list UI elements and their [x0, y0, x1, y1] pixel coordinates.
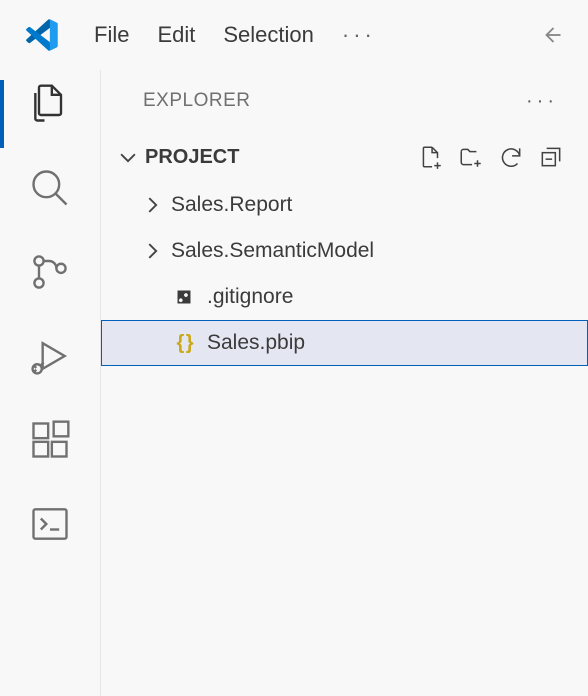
- refresh-icon[interactable]: [498, 144, 524, 170]
- menu-selection[interactable]: Selection: [223, 22, 314, 48]
- chevron-down-icon: [117, 146, 139, 168]
- activity-bar: [0, 70, 100, 696]
- new-file-icon[interactable]: [418, 144, 444, 170]
- tree-item-label: Sales.Report: [171, 193, 292, 217]
- tree-folder-sales-report[interactable]: Sales.Report: [101, 182, 588, 228]
- activity-source-control[interactable]: [26, 248, 74, 296]
- section-actions: [418, 144, 564, 170]
- project-section-title: PROJECT: [145, 146, 239, 169]
- vscode-logo-icon: [24, 17, 60, 53]
- debug-icon: [28, 334, 72, 378]
- file-tree: Sales.Report Sales.SemanticModel .gitign…: [101, 182, 588, 366]
- files-icon: [28, 82, 72, 126]
- tree-item-label: Sales.pbip: [207, 331, 305, 355]
- activity-run-debug[interactable]: [26, 332, 74, 380]
- extensions-icon: [28, 418, 72, 462]
- menu-more-icon[interactable]: ···: [342, 22, 376, 48]
- menu-file[interactable]: File: [94, 22, 129, 48]
- tree-folder-sales-semanticmodel[interactable]: Sales.SemanticModel: [101, 228, 588, 274]
- new-folder-icon[interactable]: [458, 144, 484, 170]
- git-file-icon: [171, 284, 197, 310]
- workbench: EXPLORER ··· PROJECT: [0, 70, 588, 696]
- explorer-title: EXPLORER: [143, 90, 250, 112]
- terminal-icon: [28, 502, 72, 546]
- source-control-icon: [28, 250, 72, 294]
- menu-bar: File Edit Selection ···: [94, 22, 376, 48]
- explorer-sidebar: EXPLORER ··· PROJECT: [100, 70, 588, 696]
- explorer-more-icon[interactable]: ···: [526, 90, 558, 113]
- activity-search[interactable]: [26, 164, 74, 212]
- title-bar: File Edit Selection ···: [0, 0, 588, 70]
- json-file-icon: { }: [171, 330, 197, 356]
- chevron-right-icon: [141, 194, 163, 216]
- chevron-right-icon: [141, 240, 163, 262]
- activity-explorer[interactable]: [26, 80, 74, 128]
- menu-edit[interactable]: Edit: [157, 22, 195, 48]
- back-arrow-icon[interactable]: [536, 21, 564, 49]
- tree-file-gitignore[interactable]: .gitignore: [101, 274, 588, 320]
- search-icon: [28, 166, 72, 210]
- explorer-header: EXPLORER ···: [101, 70, 588, 132]
- tree-file-sales-pbip[interactable]: { } Sales.pbip: [101, 320, 588, 366]
- collapse-all-icon[interactable]: [538, 144, 564, 170]
- activity-indicator: [0, 80, 4, 148]
- tree-item-label: .gitignore: [207, 285, 293, 309]
- activity-terminal[interactable]: [26, 500, 74, 548]
- project-section-header[interactable]: PROJECT: [101, 132, 588, 182]
- activity-extensions[interactable]: [26, 416, 74, 464]
- tree-item-label: Sales.SemanticModel: [171, 239, 374, 263]
